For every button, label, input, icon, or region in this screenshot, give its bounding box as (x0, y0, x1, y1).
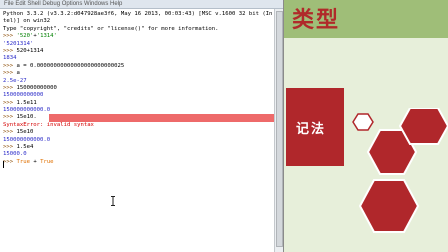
shell-banner: tel)] on win32 (3, 18, 51, 25)
hexagon-decoration (352, 108, 448, 233)
shell-output: 150000000000 (3, 92, 44, 99)
shell-line: 150000000000.0 (3, 107, 274, 114)
shell-input: True (16, 158, 30, 165)
shell-output: 15000.0 (3, 151, 27, 158)
shell-output: 1834 (3, 55, 17, 62)
menu-bar[interactable]: File Edit Shell Debug Options Windows He… (0, 0, 283, 9)
shell-prompt: >>> (3, 33, 17, 40)
shell-line: SyntaxError: invalid syntax (3, 122, 274, 129)
shell-prompt: >>> (3, 129, 17, 136)
slide-banner-text: 记法 (296, 122, 327, 137)
shell-line: >>> 15e10 (3, 129, 274, 136)
shell-output: 2.5e-27 (3, 77, 27, 84)
shell-input: 520+1314 (16, 47, 44, 54)
shell-output: 150000000000.0 (3, 136, 51, 143)
shell-line: 150000000000 (3, 92, 274, 99)
error-message: SyntaxError: invalid syntax (3, 121, 94, 128)
shell-line: >>> 150000000000 (3, 85, 274, 92)
shell-prompt: >>> (3, 158, 17, 165)
shell-prompt: >>> (3, 62, 17, 69)
shell-line: >>> 520+1314 (3, 48, 274, 55)
shell-line: >>> '520'+'1314' (3, 33, 274, 40)
shell-line: 150000000000.0 (3, 137, 274, 144)
shell-input: 15e10 (16, 129, 34, 136)
shell-text-area[interactable]: Python 3.3.2 (v3.3.2:d047928ae3f6, May 1… (0, 9, 274, 252)
shell-line: >>> a = 0.00000000000000000000000025 (3, 63, 274, 70)
error-highlight (49, 114, 274, 122)
shell-line: Python 3.3.2 (v3.3.2:d047928ae3f6, May 1… (3, 11, 274, 18)
vertical-scrollbar[interactable] (274, 9, 283, 252)
shell-banner: Python 3.3.2 (v3.3.2:d047928ae3f6, May 1… (3, 11, 273, 17)
shell-line: '5201314' (3, 41, 274, 48)
shell-input: + (29, 158, 41, 165)
shell-input: '520' (16, 33, 34, 40)
shell-input: 1.5e4 (16, 144, 34, 151)
shell-prompt: >>> (3, 47, 17, 54)
shell-output: 150000000000.0 (3, 107, 51, 114)
text-caret (3, 161, 4, 168)
slide-title: 类型 (292, 7, 341, 33)
shell-line: 1834 (3, 55, 274, 62)
python-shell-window: File Edit Shell Debug Options Windows He… (0, 0, 284, 252)
shell-input: a (16, 70, 20, 77)
shell-line: 2.5e-27 (3, 78, 274, 85)
shell-prompt: >>> (3, 144, 17, 151)
shell-input: 1.5e11 (16, 99, 37, 106)
shell-banner: Type "copyright", "credits" or "license(… (3, 25, 219, 32)
shell-line: 15000.0 (3, 151, 274, 158)
shell-prompt: >>> (3, 84, 17, 91)
shell-input: 150000000000 (16, 84, 57, 91)
shell-prompt: >>> (3, 114, 17, 121)
shell-output: '5201314' (3, 40, 34, 47)
shell-line: >>> True + True (3, 159, 274, 166)
shell-line: tel)] on win32 (3, 18, 274, 25)
shell-prompt: >>> (3, 99, 17, 106)
shell-input: '1314' (36, 33, 57, 40)
scrollbar-thumb[interactable] (276, 11, 283, 247)
ibeam-cursor-icon (111, 196, 115, 206)
shell-line: >>> 15e10. (3, 114, 274, 122)
shell-input: True (40, 158, 54, 165)
shell-input: a = 0.00000000000000000000000025 (16, 62, 125, 69)
shell-input: 15e10. (16, 114, 37, 121)
shell-prompt: >>> (3, 70, 17, 77)
shell-line: >>> a (3, 70, 274, 77)
shell-line: >>> 1.5e4 (3, 144, 274, 151)
shell-line: >>> 1.5e11 (3, 100, 274, 107)
